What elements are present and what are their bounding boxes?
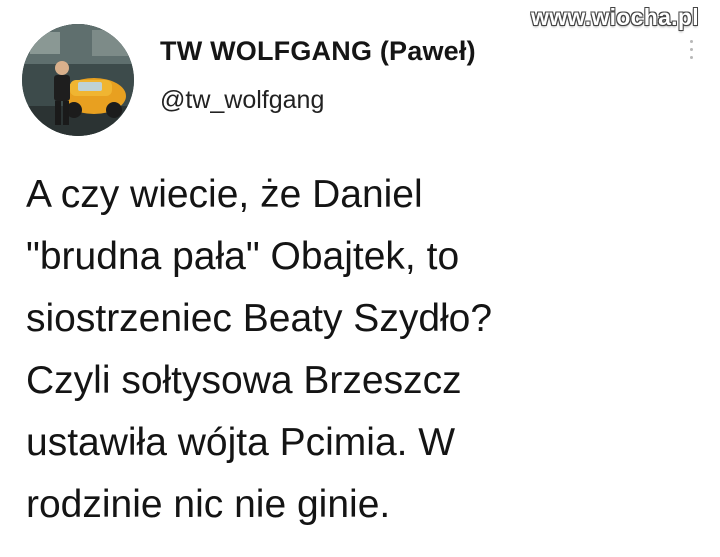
user-handle[interactable]: @tw_wolfgang xyxy=(160,86,324,115)
watermark: www.wiocha.pl xyxy=(531,4,699,30)
tweet-card: TW WOLFGANG (Paweł) @tw_wolfgang www.wio… xyxy=(0,0,720,557)
more-vertical-icon[interactable] xyxy=(686,40,696,68)
display-name[interactable]: TW WOLFGANG (Paweł) xyxy=(160,36,476,67)
tweet-text: A czy wiecie, że Daniel "brudna pała" Ob… xyxy=(26,173,493,526)
avatar-photo xyxy=(22,24,134,136)
avatar[interactable] xyxy=(22,24,134,136)
